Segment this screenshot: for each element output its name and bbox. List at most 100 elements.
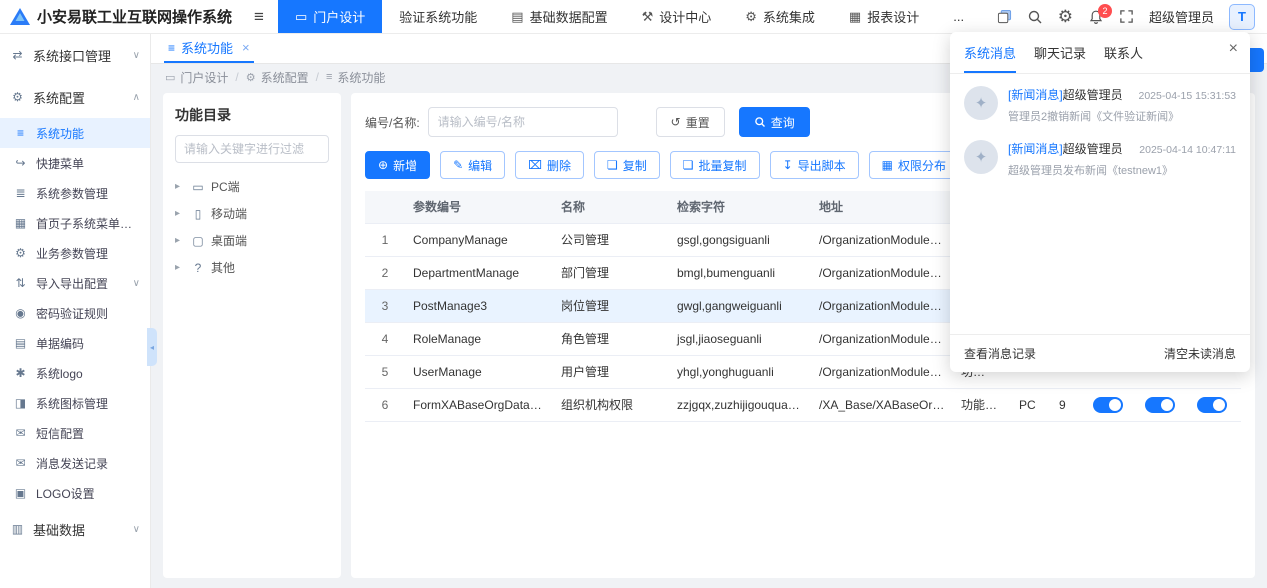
message-body: [新闻消息]超级管理员2025-04-14 10:47:11超级管理员发布新闻《… bbox=[1008, 140, 1236, 178]
doc-icon: ▤ bbox=[13, 336, 28, 350]
tree-node-1[interactable]: ▸▯移动端 bbox=[175, 200, 329, 227]
gear-icon[interactable]: ⚙ bbox=[1058, 8, 1073, 25]
table-cell: 组织机构权限 bbox=[553, 388, 669, 421]
tab-label: 系统功能 bbox=[181, 38, 233, 57]
breadcrumb-icon: ≡ bbox=[326, 71, 332, 83]
message-title: [新闻消息]超级管理员 bbox=[1008, 86, 1123, 103]
toggle-switch[interactable] bbox=[1145, 397, 1175, 413]
sidebar-item-14[interactable]: ▣LOGO设置 bbox=[0, 478, 150, 508]
tree-filter-input[interactable] bbox=[175, 135, 329, 163]
nav-item-5[interactable]: ▦报表设计 bbox=[832, 0, 936, 33]
monitor-icon: ▭ bbox=[295, 9, 307, 25]
view-message-log-link[interactable]: 查看消息记录 bbox=[964, 345, 1036, 362]
screenshot-copy-icon[interactable] bbox=[997, 9, 1012, 24]
sidebar-item-13[interactable]: ✉ 消息发送记录 bbox=[0, 448, 150, 478]
table-cell: zzjgqx,zuzhijigouquanxian bbox=[669, 388, 811, 421]
add-button[interactable]: ⊕新增 bbox=[365, 151, 430, 179]
popup-tab-1[interactable]: 聊天记录 bbox=[1034, 43, 1086, 73]
message-item[interactable]: ✦[新闻消息]超级管理员2025-04-14 10:47:11超级管理员发布新闻… bbox=[950, 128, 1250, 182]
tree-node-2[interactable]: ▸▢桌面端 bbox=[175, 227, 329, 254]
popup-tab-2[interactable]: 联系人 bbox=[1104, 43, 1143, 73]
notification-bell-icon[interactable]: 2 bbox=[1088, 9, 1104, 25]
fullscreen-icon[interactable] bbox=[1119, 9, 1134, 24]
avatar[interactable]: T bbox=[1229, 4, 1255, 30]
sidebar-item-3[interactable]: ↪快捷菜单 bbox=[0, 148, 150, 178]
code-name-input[interactable] bbox=[428, 107, 618, 137]
nav-item-0[interactable]: ▭门户设计 bbox=[278, 0, 382, 33]
sidebar-item-15[interactable]: ▥基础数据∨ bbox=[0, 508, 150, 550]
tree-expand-icon[interactable]: ▸ bbox=[175, 262, 185, 273]
tree-expand-icon[interactable]: ▸ bbox=[175, 235, 185, 246]
export-script-button[interactable]: ↧导出脚本 bbox=[770, 151, 859, 179]
sidebar-item-1[interactable]: ⚙系统配置∧ bbox=[0, 76, 150, 118]
nav-item-label: 报表设计 bbox=[867, 7, 919, 26]
message-item[interactable]: ✦[新闻消息]超级管理员2025-04-15 15:31:53管理员2撤销新闻《… bbox=[950, 74, 1250, 128]
sidebar-item-label: 密码验证规则 bbox=[36, 305, 108, 322]
sidebar-item-10[interactable]: ✱系统logo bbox=[0, 358, 150, 388]
query-label: 查询 bbox=[771, 114, 795, 131]
breadcrumb-item-0[interactable]: ▭门户设计 bbox=[165, 69, 228, 86]
sidebar-item-4[interactable]: ≣系统参数管理 bbox=[0, 178, 150, 208]
nav-item-4[interactable]: ⚙系统集成 bbox=[728, 0, 832, 33]
toggle-switch[interactable] bbox=[1093, 397, 1123, 413]
sidebar-item-12[interactable]: ✉短信配置 bbox=[0, 418, 150, 448]
table-cell: 2 bbox=[365, 256, 405, 289]
reset-icon: ↺ bbox=[671, 115, 681, 129]
search-icon[interactable] bbox=[1027, 9, 1043, 25]
table-cell: 功能… bbox=[953, 388, 1011, 421]
permission-dist-button[interactable]: ▦权限分布 bbox=[869, 151, 959, 179]
sidebar-item-label: 消息发送记录 bbox=[36, 455, 108, 472]
nav-item-1[interactable]: 验证系统功能 bbox=[382, 0, 494, 33]
nav-item-2[interactable]: ▤基础数据配置 bbox=[494, 0, 624, 33]
breadcrumb-item-2[interactable]: ≡系统功能 bbox=[326, 69, 385, 86]
breadcrumb-icon: ▭ bbox=[165, 71, 175, 84]
sidebar-item-8[interactable]: ◉密码验证规则 bbox=[0, 298, 150, 328]
toggle-switch[interactable] bbox=[1197, 397, 1227, 413]
breadcrumb-item-1[interactable]: ⚙系统配置 bbox=[246, 69, 309, 86]
sidebar-item-11[interactable]: ◨系统图标管理 bbox=[0, 388, 150, 418]
tree-node-label: PC端 bbox=[211, 178, 240, 195]
tab-system-functions[interactable]: ≡ 系统功能 × bbox=[164, 34, 254, 63]
reset-button[interactable]: ↺ 重置 bbox=[656, 107, 725, 137]
sidebar-item-0[interactable]: ⇄系统接口管理∨ bbox=[0, 34, 150, 76]
tab-close-icon[interactable]: × bbox=[242, 40, 250, 55]
tree-expand-icon[interactable]: ▸ bbox=[175, 181, 185, 192]
table-cell: /OrganizationModule/D… bbox=[811, 256, 953, 289]
edit-button[interactable]: ✎编辑 bbox=[440, 151, 505, 179]
popup-tab-0[interactable]: 系统消息 bbox=[964, 43, 1016, 73]
delete-icon: ⌧ bbox=[528, 158, 542, 172]
table-cell: UserManage bbox=[405, 355, 553, 388]
copy-button[interactable]: ❏复制 bbox=[594, 151, 660, 179]
nav-item-3[interactable]: ⚒设计中心 bbox=[625, 0, 729, 33]
table-cell: yhgl,yonghuguanli bbox=[669, 355, 811, 388]
current-user-name[interactable]: 超级管理员 bbox=[1149, 7, 1214, 26]
logo-settings-icon: ▣ bbox=[13, 486, 28, 500]
close-icon[interactable]: × bbox=[1229, 40, 1238, 58]
tree-expand-icon[interactable]: ▸ bbox=[175, 208, 185, 219]
sidebar-item-label: 系统接口管理 bbox=[33, 46, 111, 65]
panel-collapse-handle[interactable]: ◂ bbox=[147, 328, 157, 366]
delete-button[interactable]: ⌧ 删除 bbox=[515, 151, 584, 179]
sidebar-item-6[interactable]: ⚙业务参数管理 bbox=[0, 238, 150, 268]
table-cell: 岗位管理 bbox=[553, 289, 669, 322]
table-cell: 4 bbox=[365, 322, 405, 355]
query-button[interactable]: 查询 bbox=[739, 107, 810, 137]
sidebar-item-label: 单据编码 bbox=[36, 335, 84, 352]
tree-node-0[interactable]: ▸▭PC端 bbox=[175, 173, 329, 200]
nav-item-6[interactable]: ... bbox=[936, 0, 981, 33]
batch-copy-button[interactable]: ❏批量复制 bbox=[670, 151, 760, 179]
tree-node-3[interactable]: ▸?其他 bbox=[175, 254, 329, 281]
sidebar-item-label: 系统配置 bbox=[33, 88, 85, 107]
list-icon: ≡ bbox=[168, 41, 175, 55]
sidebar-item-5[interactable]: ▦首页子系统菜单管理 bbox=[0, 208, 150, 238]
permission-icon: ▦ bbox=[882, 158, 893, 172]
hamburger-menu-icon[interactable]: ≡ bbox=[254, 7, 264, 27]
table-row[interactable]: 6FormXABaseOrgDataOp…组织机构权限zzjgqx,zuzhij… bbox=[365, 388, 1241, 421]
sidebar-item-label: 业务参数管理 bbox=[36, 245, 108, 262]
clear-unread-link[interactable]: 清空未读消息 bbox=[1164, 345, 1236, 362]
sidebar-item-7[interactable]: ⇅导入导出配置∨ bbox=[0, 268, 150, 298]
sidebar-item-2[interactable]: ≡系统功能 bbox=[0, 118, 150, 148]
toolbar-button-label: 删除 bbox=[547, 157, 571, 174]
mail-icon: ✉ bbox=[13, 456, 28, 470]
sidebar-item-9[interactable]: ▤ 单据编码 bbox=[0, 328, 150, 358]
